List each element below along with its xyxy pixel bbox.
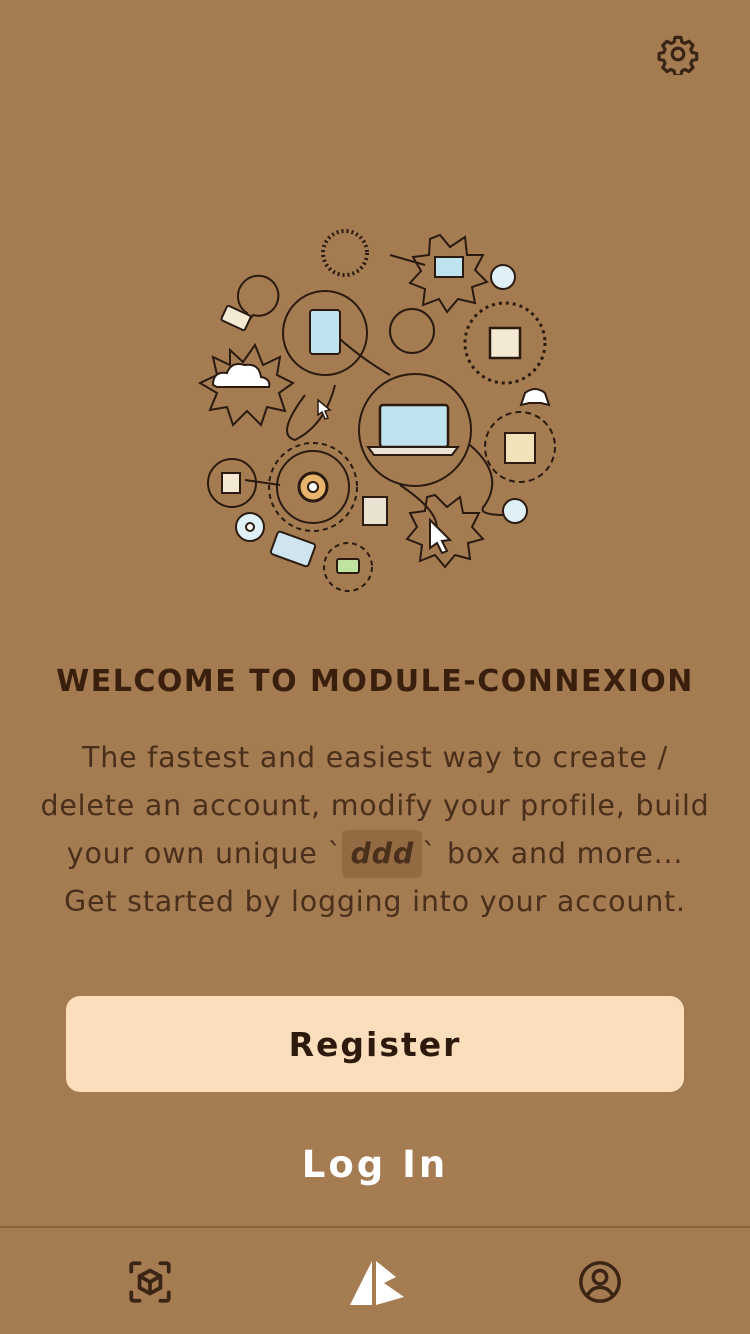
welcome-title: WELCOME TO MODULE-CONNEXION: [56, 664, 694, 699]
nav-item-account[interactable]: [572, 1254, 628, 1310]
account-circle-icon: [579, 1261, 621, 1303]
description-text: your own unique `: [66, 837, 343, 870]
welcome-description: The fastest and easiest way to create / …: [0, 734, 750, 926]
gear-icon: [657, 35, 699, 75]
description-line: your own unique ` ddd ` box and more...: [0, 830, 750, 878]
nav-item-ar-scan[interactable]: [122, 1254, 178, 1310]
bottom-navigation: [0, 1226, 750, 1334]
login-button[interactable]: Log In: [0, 1136, 750, 1192]
ar-cube-scan-icon: [129, 1261, 171, 1303]
technology-illustration: [197, 229, 556, 592]
inline-code: ddd: [342, 830, 423, 878]
app-logo-icon: [350, 1261, 404, 1305]
settings-button[interactable]: [656, 32, 700, 76]
nav-item-home-logo[interactable]: [347, 1254, 407, 1310]
register-button[interactable]: Register: [66, 996, 684, 1092]
description-text: ` box and more...: [422, 837, 684, 870]
description-line: The fastest and easiest way to create /: [82, 741, 668, 774]
description-line: Get started by logging into your account…: [64, 885, 686, 918]
description-line: delete an account, modify your profile, …: [40, 789, 710, 822]
